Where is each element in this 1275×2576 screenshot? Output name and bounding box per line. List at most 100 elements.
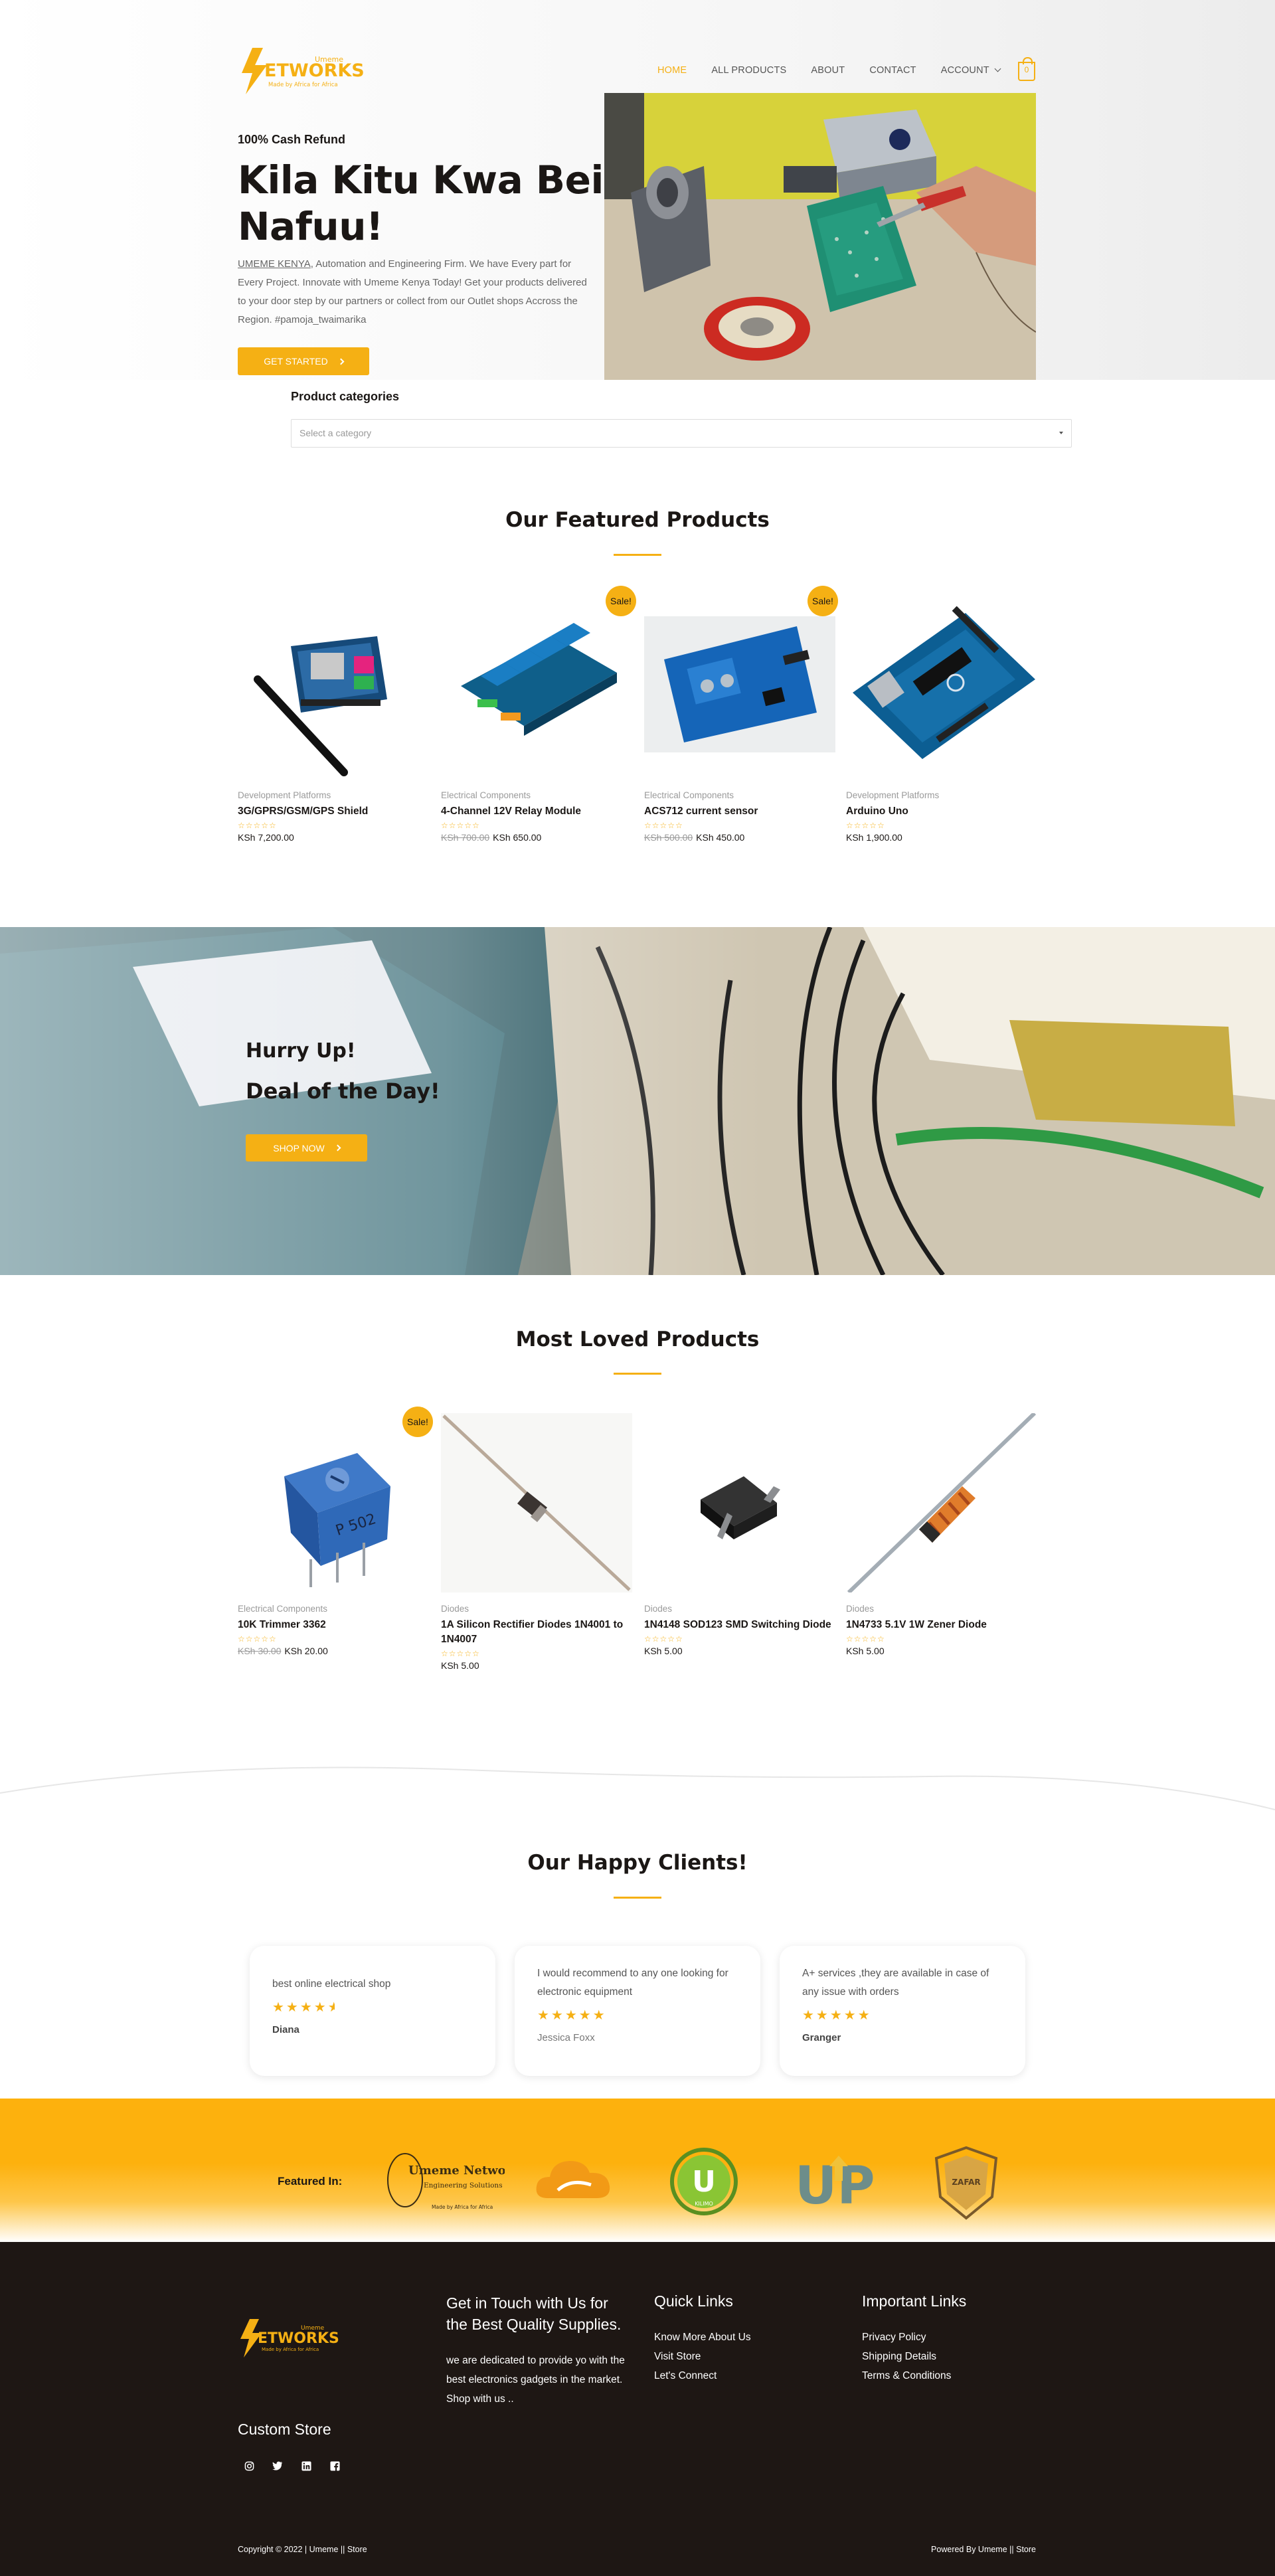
site-logo[interactable]: Umeme ETWORKS Made by Africa for Africa: [238, 45, 371, 98]
shop-now-label: SHOP NOW: [273, 1142, 325, 1154]
product-category[interactable]: Development Platforms: [238, 790, 429, 800]
gsm-shield-image: [254, 636, 387, 776]
product-card[interactable]: Development Platforms 3G/GPRS/GSM/GPS Sh…: [238, 600, 429, 843]
product-card[interactable]: Electrical Components 4-Channel 12V Rela…: [441, 600, 632, 843]
half-star-icon: ★: [328, 1999, 335, 2015]
twitter-icon[interactable]: [269, 2457, 286, 2474]
clients-underline: [614, 1897, 661, 1899]
nav-contact[interactable]: CONTACT: [869, 65, 916, 80]
footer-contact-text: we are dedicated to provide yo with the …: [446, 2355, 625, 2405]
hero-desc-link[interactable]: UMEME KENYA: [238, 258, 311, 270]
product-name[interactable]: 4-Channel 12V Relay Module: [441, 804, 632, 819]
instagram-icon[interactable]: [240, 2457, 258, 2474]
product-category[interactable]: Electrical Components: [441, 790, 632, 800]
footer-link-about[interactable]: Know More About Us: [654, 2328, 751, 2347]
cart-icon[interactable]: 0: [1018, 57, 1035, 81]
deal-banner-image: [0, 927, 1275, 1275]
sale-badge: Sale!: [808, 586, 838, 616]
svg-text:U: U: [692, 2165, 716, 2199]
product-image[interactable]: [644, 1413, 835, 1592]
footer-link-connect[interactable]: Let's Connect: [654, 2366, 751, 2385]
product-name[interactable]: Arduino Uno: [846, 804, 1037, 819]
footer-link-terms[interactable]: Terms & Conditions: [862, 2366, 951, 2385]
relay-module-image: [461, 623, 617, 736]
featured-title: Our Featured Products: [505, 508, 770, 532]
product-name[interactable]: 3G/GPRS/GSM/GPS Shield: [238, 804, 429, 819]
product-name[interactable]: 1N4148 SOD123 SMD Switching Diode: [644, 1618, 835, 1632]
umeme-networks-logo: Umeme Networks Engineering Solutions Mad…: [387, 2153, 505, 2210]
footer-logo[interactable]: Umeme ETWORKS Made by Africa for Africa: [238, 2316, 344, 2363]
hero-title: Kila Kitu Kwa Bei Nafuu!: [238, 157, 604, 249]
product-image[interactable]: [441, 600, 632, 779]
price-current: KSh 5.00: [846, 1646, 885, 1656]
category-select[interactable]: Select a category: [291, 419, 1072, 448]
product-image[interactable]: [441, 1413, 632, 1592]
product-image[interactable]: [846, 600, 1037, 779]
facebook-icon[interactable]: [326, 2457, 343, 2474]
rating-stars: ☆☆☆☆☆: [441, 1649, 480, 1658]
svg-text:Umeme Networks: Umeme Networks: [408, 2164, 505, 2178]
product-price: KSh 500.00 KSh 450.00: [644, 832, 835, 843]
product-card[interactable]: Diodes 1N4733 5.1V 1W Zener Diode ☆☆☆☆☆ …: [846, 1413, 1037, 1656]
product-card[interactable]: Diodes 1A Silicon Rectifier Diodes 1N400…: [441, 1413, 632, 1671]
product-card[interactable]: P 502 Electrical Components 10K Trimmer …: [238, 1413, 429, 1656]
svg-text:Engineering Solutions: Engineering Solutions: [424, 2182, 503, 2190]
price-old: KSh 700.00: [441, 832, 490, 843]
loved-title: Most Loved Products: [515, 1328, 760, 1351]
footer-link-visit-store[interactable]: Visit Store: [654, 2347, 751, 2366]
product-card[interactable]: Development Platforms Arduino Uno ☆☆☆☆☆ …: [846, 600, 1037, 843]
shop-now-button[interactable]: SHOP NOW: [246, 1134, 367, 1161]
product-image[interactable]: [846, 1413, 1037, 1592]
product-price: KSh 5.00: [846, 1646, 1037, 1656]
nav-account[interactable]: ACCOUNT: [941, 65, 1001, 80]
product-category[interactable]: Diodes: [441, 1604, 632, 1614]
product-name[interactable]: 1A Silicon Rectifier Diodes 1N4001 to 1N…: [441, 1618, 632, 1647]
nav-all-products[interactable]: ALL PRODUCTS: [711, 65, 786, 80]
price-current: KSh 5.00: [644, 1646, 683, 1656]
chevron-right-icon: [337, 358, 345, 365]
u-circle-logo: U KILIMO: [670, 2148, 738, 2215]
linkedin-icon[interactable]: [298, 2457, 315, 2474]
product-category[interactable]: Electrical Components: [644, 790, 835, 800]
testimonial-author: Granger: [802, 2032, 841, 2043]
product-image[interactable]: [644, 600, 835, 779]
product-category[interactable]: Electrical Components: [238, 1604, 429, 1614]
rating-stars: ☆☆☆☆☆: [644, 1634, 683, 1644]
testimonial-card: I would recommend to any one looking for…: [515, 1946, 760, 2076]
wave-divider: [0, 1766, 1275, 1810]
shield-logo: ZAFAR: [934, 2146, 998, 2220]
product-price: KSh 30.00 KSh 20.00: [238, 1646, 429, 1656]
star-icons: ★★★★: [272, 1999, 328, 2015]
zener-diode-image: [847, 1413, 1037, 1592]
dropdown-arrow-icon: [1059, 432, 1063, 434]
product-category[interactable]: Diodes: [846, 1604, 1037, 1614]
nav-about[interactable]: ABOUT: [811, 65, 845, 80]
svg-text:Made by Africa for Africa: Made by Africa for Africa: [262, 2347, 319, 2352]
get-started-button[interactable]: GET STARTED: [238, 347, 369, 375]
featured-underline: [614, 554, 661, 556]
product-name[interactable]: 1N4733 5.1V 1W Zener Diode: [846, 1618, 1037, 1632]
product-name[interactable]: 10K Trimmer 3362: [238, 1618, 429, 1632]
copyright-text: Copyright © 2022 | Umeme || Store: [238, 2545, 367, 2554]
product-name[interactable]: ACS712 current sensor: [644, 804, 835, 819]
product-card[interactable]: Electrical Components ACS712 current sen…: [644, 600, 835, 843]
price-current: KSh 450.00: [696, 832, 745, 843]
price-old: KSh 30.00: [238, 1646, 282, 1656]
testimonial-card: best online electrical shop ★★★★★ Diana: [250, 1946, 495, 2076]
rating-stars: ☆☆☆☆☆: [846, 821, 885, 830]
clients-title: Our Happy Clients!: [527, 1851, 748, 1875]
product-image[interactable]: P 502: [238, 1413, 429, 1592]
testimonial-text: A+ services ,they are available in case …: [802, 1968, 989, 1998]
rating-stars: ☆☆☆☆☆: [238, 821, 277, 830]
chevron-down-icon: [994, 65, 1001, 72]
svg-text:ETWORKS: ETWORKS: [258, 2330, 339, 2347]
product-price: KSh 7,200.00: [238, 832, 429, 843]
footer-link-privacy[interactable]: Privacy Policy: [862, 2328, 951, 2347]
product-image[interactable]: [238, 600, 429, 779]
footer-link-shipping[interactable]: Shipping Details: [862, 2347, 951, 2366]
product-category[interactable]: Diodes: [644, 1604, 835, 1614]
product-card[interactable]: Diodes 1N4148 SOD123 SMD Switching Diode…: [644, 1413, 835, 1656]
product-category[interactable]: Development Platforms: [846, 790, 1037, 800]
nav-home[interactable]: HOME: [657, 65, 687, 80]
important-links-list: Privacy Policy Shipping Details Terms & …: [862, 2328, 951, 2385]
